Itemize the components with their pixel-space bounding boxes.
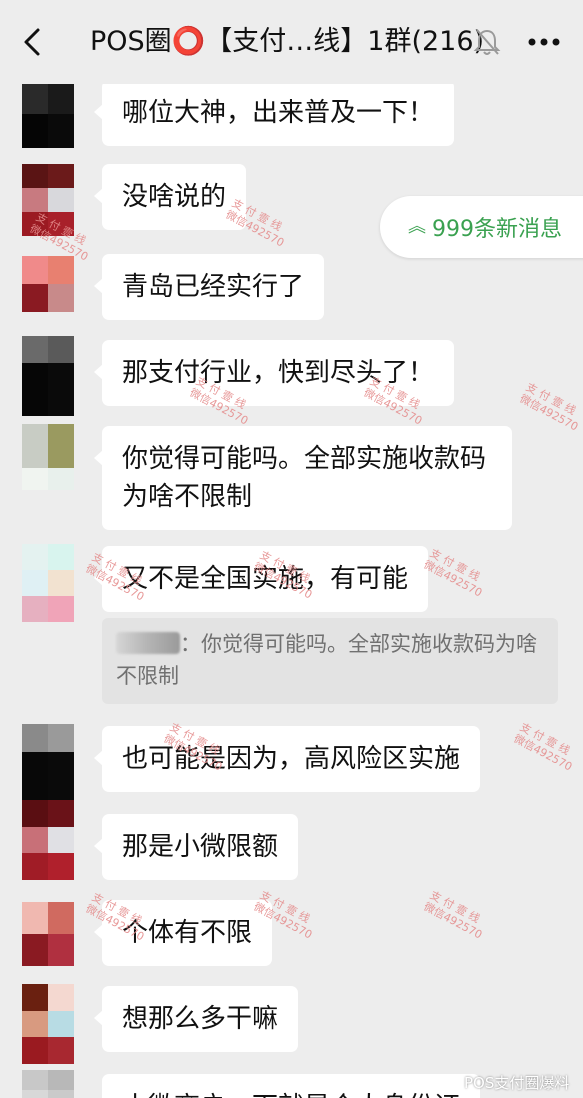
footer-watermark-text: POS支付圈爆料 (464, 1074, 570, 1092)
new-messages-label: 999条新消息 (432, 217, 562, 242)
avatar[interactable] (22, 164, 74, 236)
avatar[interactable] (22, 544, 74, 622)
footer-watermark: POS支付圈爆料 (443, 1072, 570, 1093)
watermark: 支 付 壹 线微信492570 (517, 380, 581, 434)
back-button[interactable] (18, 22, 48, 62)
wechat-icon (443, 1076, 461, 1090)
avatar[interactable] (22, 984, 74, 1064)
message-bubble[interactable]: 哪位大神，出来普及一下！ (93, 84, 455, 146)
more-dots-icon (528, 38, 560, 46)
chat-header: POS圈⭕【支付…线】1群(216) (0, 0, 583, 84)
avatar[interactable] (22, 902, 74, 966)
chat-title: POS圈⭕【支付…线】1群(216) (90, 26, 485, 57)
message-bubble[interactable]: 那是小微限额 (93, 814, 299, 880)
bell-off-icon (472, 26, 502, 58)
more-button[interactable] (524, 26, 564, 58)
quoted-message[interactable]: ：你觉得可能吗。全部实施收款码为啥不限制 (102, 618, 558, 704)
watermark: 支 付 壹 线微信492570 (421, 888, 485, 942)
avatar[interactable] (22, 1070, 74, 1098)
double-chevron-up-icon: ︽ (408, 216, 426, 237)
message-bubble[interactable]: 个体有不限 (93, 900, 273, 966)
message-bubble[interactable]: 又不是全国实施，有可能 (93, 546, 429, 612)
message-bubble[interactable]: 也可能是因为，高风险区实施 (93, 726, 481, 792)
message-bubble[interactable]: 想那么多干嘛 (93, 986, 299, 1052)
message-bubble[interactable]: 那支付行业，快到尽头了！ (93, 340, 455, 406)
watermark: 支 付 壹 线微信492570 (511, 720, 575, 774)
chevron-left-icon (24, 28, 40, 56)
avatar[interactable] (22, 84, 74, 148)
blurred-name (116, 632, 180, 654)
avatar[interactable] (22, 424, 74, 490)
watermark: 支 付 壹 线微信492570 (421, 546, 485, 600)
avatar[interactable] (22, 724, 74, 808)
avatar[interactable] (22, 256, 74, 312)
avatar[interactable] (22, 800, 74, 880)
message-bubble[interactable]: 没啥说的 (93, 164, 247, 230)
new-messages-button[interactable]: ︽ 999条新消息 (380, 196, 583, 258)
avatar[interactable] (22, 336, 74, 416)
message-bubble[interactable]: 青岛已经实行了 (93, 254, 325, 320)
message-bubble[interactable]: 你觉得可能吗。全部实施收款码为啥不限制 (94, 426, 512, 530)
message-bubble[interactable]: 小微商户，下就是个人身份证 (102, 1074, 481, 1098)
